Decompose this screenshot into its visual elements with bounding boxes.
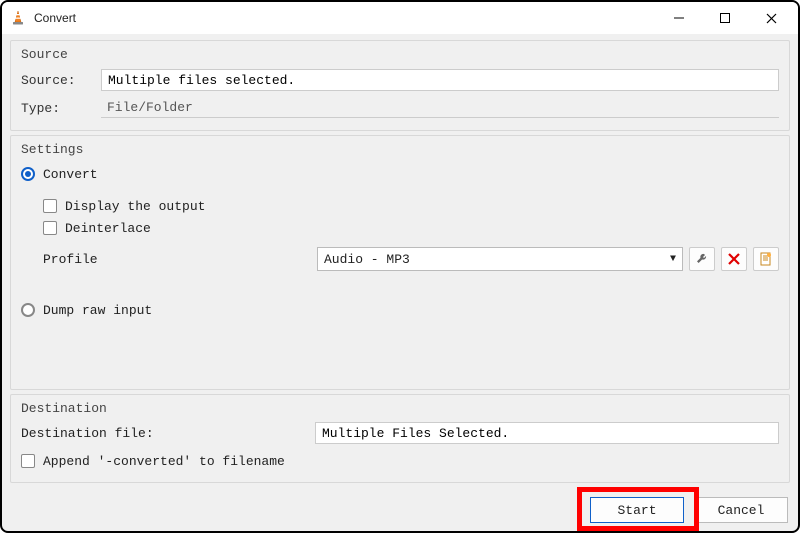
checkbox-icon bbox=[21, 454, 35, 468]
close-button[interactable] bbox=[748, 3, 794, 33]
type-value: File/Folder bbox=[101, 98, 779, 118]
convert-dialog: Convert Source Source: Type: File/Fold bbox=[0, 0, 800, 533]
dialog-footer: Start Cancel bbox=[2, 491, 798, 531]
source-label: Source: bbox=[21, 73, 93, 88]
titlebar: Convert bbox=[2, 2, 798, 34]
chevron-down-icon: ▼ bbox=[670, 254, 676, 265]
new-profile-button[interactable] bbox=[753, 247, 779, 271]
maximize-button[interactable] bbox=[702, 3, 748, 33]
cancel-button-label: Cancel bbox=[718, 503, 765, 518]
destination-file-input[interactable] bbox=[315, 422, 779, 444]
edit-profile-button[interactable] bbox=[689, 247, 715, 271]
source-group-title: Source bbox=[21, 47, 779, 62]
delete-profile-button[interactable] bbox=[721, 247, 747, 271]
window-controls bbox=[656, 3, 794, 33]
deinterlace-checkbox[interactable]: Deinterlace bbox=[43, 217, 779, 239]
source-group: Source Source: Type: File/Folder bbox=[10, 40, 790, 131]
profile-label: Profile bbox=[21, 252, 311, 267]
convert-radio[interactable]: Convert bbox=[21, 163, 779, 185]
append-converted-checkbox[interactable]: Append '-converted' to filename bbox=[21, 450, 779, 472]
settings-group-title: Settings bbox=[21, 142, 779, 157]
x-red-icon bbox=[728, 253, 740, 265]
new-file-icon bbox=[759, 252, 773, 266]
start-button-label: Start bbox=[617, 503, 656, 518]
dump-raw-radio[interactable]: Dump raw input bbox=[21, 299, 779, 321]
radio-checked-icon bbox=[21, 167, 35, 181]
append-converted-label: Append '-converted' to filename bbox=[43, 454, 285, 469]
minimize-button[interactable] bbox=[656, 3, 702, 33]
deinterlace-label: Deinterlace bbox=[65, 221, 151, 236]
display-output-label: Display the output bbox=[65, 199, 205, 214]
destination-group: Destination Destination file: Append '-c… bbox=[10, 394, 790, 483]
destination-file-label: Destination file: bbox=[21, 426, 307, 441]
source-input[interactable] bbox=[101, 69, 779, 91]
settings-group: Settings Convert Display the output Dein… bbox=[10, 135, 790, 390]
type-label: Type: bbox=[21, 101, 93, 116]
checkbox-icon bbox=[43, 221, 57, 235]
destination-group-title: Destination bbox=[21, 401, 779, 416]
display-output-checkbox[interactable]: Display the output bbox=[43, 195, 779, 217]
convert-radio-label: Convert bbox=[43, 167, 98, 182]
cancel-button[interactable]: Cancel bbox=[694, 497, 788, 523]
vlc-icon bbox=[10, 10, 26, 26]
profile-value: Audio - MP3 bbox=[324, 252, 410, 267]
checkbox-icon bbox=[43, 199, 57, 213]
dump-raw-label: Dump raw input bbox=[43, 303, 152, 318]
radio-unchecked-icon bbox=[21, 303, 35, 317]
profile-select[interactable]: Audio - MP3 ▼ bbox=[317, 247, 683, 271]
start-button[interactable]: Start bbox=[590, 497, 684, 523]
wrench-icon bbox=[695, 252, 709, 266]
window-title: Convert bbox=[34, 11, 76, 25]
